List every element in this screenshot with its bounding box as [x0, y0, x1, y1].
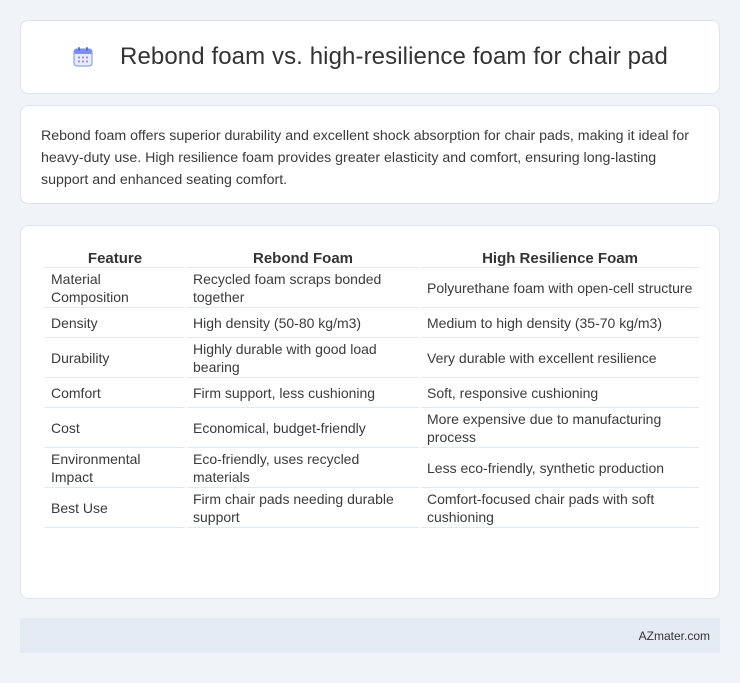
footer: AZmater.com	[20, 618, 720, 653]
table-cell: Polyurethane foam with open-cell structu…	[421, 268, 699, 308]
table-cell: Comfort-focused chair pads with soft cus…	[421, 488, 699, 528]
table-cell: Best Use	[45, 488, 185, 528]
table-row: Durability Highly durable with good load…	[45, 338, 699, 378]
table-cell: Economical, budget-friendly	[187, 408, 419, 448]
table-cell: Less eco-friendly, synthetic production	[421, 448, 699, 488]
comparison-table-card: Feature Rebond Foam High Resilience Foam…	[20, 225, 720, 599]
table-row: Cost Economical, budget-friendly More ex…	[45, 408, 699, 448]
table-cell: Durability	[45, 338, 185, 378]
table-row: Best Use Firm chair pads needing durable…	[45, 488, 699, 528]
column-header-rebond-foam: Rebond Foam	[187, 246, 419, 268]
table-cell: High density (50-80 kg/m3)	[187, 308, 419, 338]
table-cell: Very durable with excellent resilience	[421, 338, 699, 378]
table-cell: Cost	[45, 408, 185, 448]
table-cell: Comfort	[45, 378, 185, 408]
title-card: Rebond foam vs. high-resilience foam for…	[20, 20, 720, 94]
table-row: Comfort Firm support, less cushioning So…	[45, 378, 699, 408]
comparison-table: Feature Rebond Foam High Resilience Foam…	[43, 246, 701, 528]
calendar-icon	[72, 46, 94, 68]
table-cell: Environmental Impact	[45, 448, 185, 488]
column-header-high-resilience-foam: High Resilience Foam	[421, 246, 699, 268]
table-cell: More expensive due to manufacturing proc…	[421, 408, 699, 448]
table-row: Density High density (50-80 kg/m3) Mediu…	[45, 308, 699, 338]
table-cell: Soft, responsive cushioning	[421, 378, 699, 408]
table-cell: Material Composition	[45, 268, 185, 308]
table-cell: Firm chair pads needing durable support	[187, 488, 419, 528]
footer-site-link[interactable]: AZmater.com	[639, 629, 710, 643]
table-cell: Recycled foam scraps bonded together	[187, 268, 419, 308]
table-cell: Firm support, less cushioning	[187, 378, 419, 408]
table-cell: Density	[45, 308, 185, 338]
table-header-row: Feature Rebond Foam High Resilience Foam	[45, 246, 699, 268]
table-row: Environmental Impact Eco-friendly, uses …	[45, 448, 699, 488]
page-title: Rebond foam vs. high-resilience foam for…	[120, 43, 668, 70]
table-cell: Highly durable with good load bearing	[187, 338, 419, 378]
column-header-feature: Feature	[45, 246, 185, 268]
summary-card: Rebond foam offers superior durability a…	[20, 105, 720, 204]
table-cell: Eco-friendly, uses recycled materials	[187, 448, 419, 488]
table-cell: Medium to high density (35-70 kg/m3)	[421, 308, 699, 338]
summary-text: Rebond foam offers superior durability a…	[41, 128, 689, 188]
table-row: Material Composition Recycled foam scrap…	[45, 268, 699, 308]
